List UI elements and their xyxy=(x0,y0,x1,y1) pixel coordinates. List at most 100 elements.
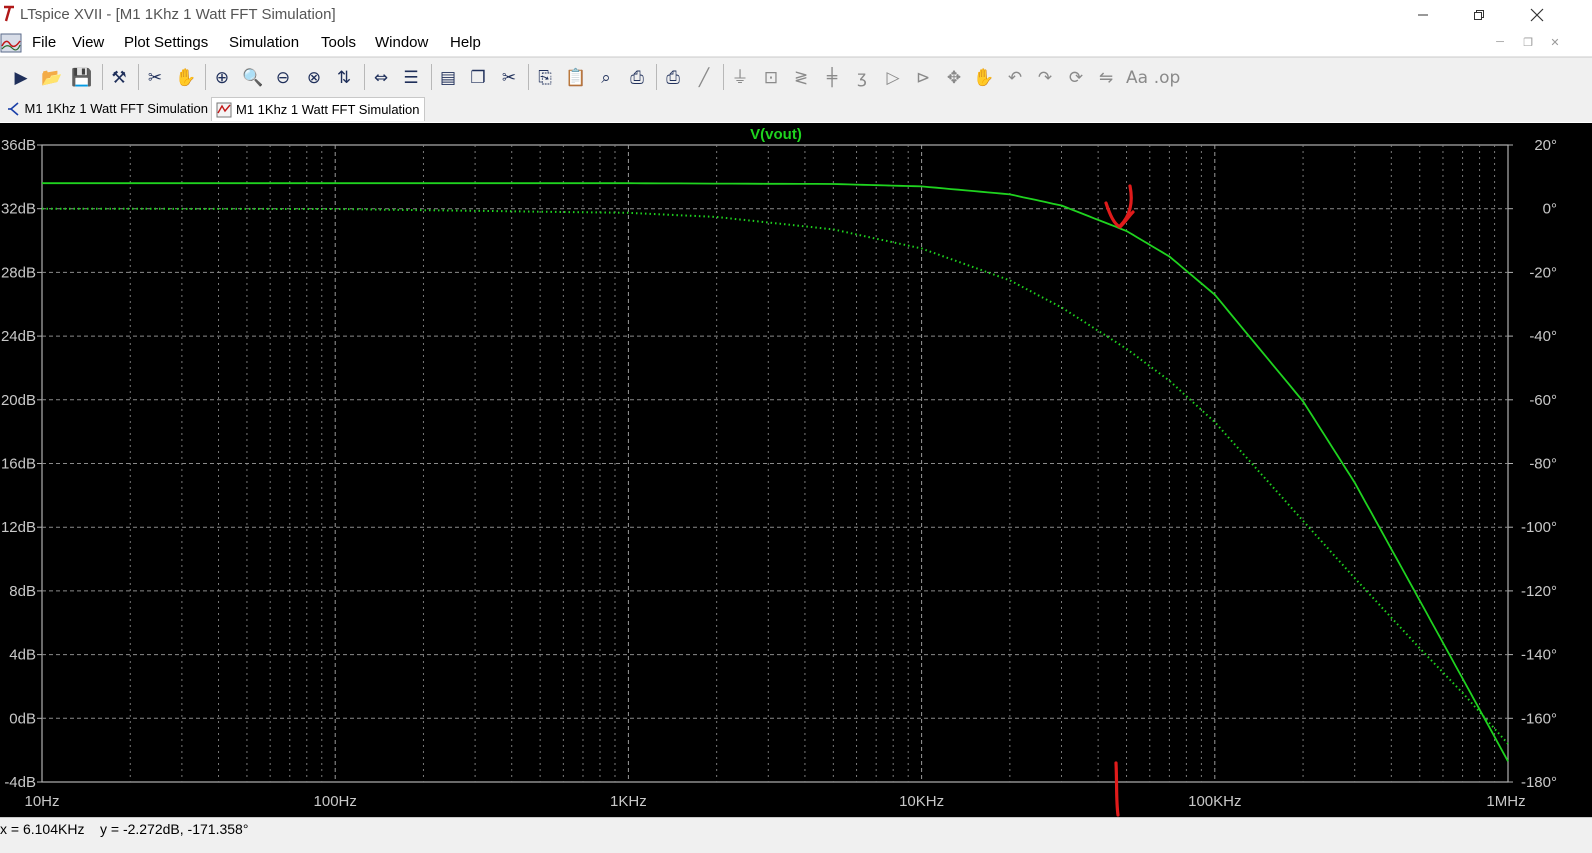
mirror-button[interactable]: ⇋ xyxy=(1093,64,1119,90)
tab-schematic-label: M1 1Khz 1 Watt FFT Simulation xyxy=(24,101,208,116)
spice-directive-icon: .op xyxy=(1154,68,1181,88)
svg-text:⊖: ⊖ xyxy=(276,68,290,88)
menu-plot-settings[interactable]: Plot Settings xyxy=(124,34,208,51)
svg-text:✂: ✂ xyxy=(148,68,162,88)
copy-button[interactable]: ⎘ xyxy=(532,64,558,90)
find-icon: ⌕ xyxy=(601,68,611,88)
left-axis-tick-label: 32dB xyxy=(1,201,36,218)
zoom-out-button[interactable]: ⊖ xyxy=(270,64,296,90)
undo-button[interactable]: ↶ xyxy=(1002,64,1028,90)
cascade-button[interactable]: ❐ xyxy=(465,64,491,90)
svg-text:⊡: ⊡ xyxy=(763,68,777,88)
paste-icon: 📋 xyxy=(565,67,586,88)
control-panel-icon: ⚒ xyxy=(111,68,126,88)
resistor-button[interactable]: ≷ xyxy=(788,64,814,90)
svg-text:⇅: ⇅ xyxy=(337,68,351,88)
toolbar-separator xyxy=(101,64,103,90)
run-button[interactable]: ▶ xyxy=(8,64,34,90)
mdi-restore-button[interactable]: ❐ xyxy=(1519,36,1537,52)
open-button[interactable]: 📂 xyxy=(39,64,65,90)
mdi-minimize-button[interactable]: ─ xyxy=(1491,36,1509,52)
right-axis-tick-label: -60° xyxy=(1529,392,1557,409)
title-bar: LTspice XVII - [M1 1Khz 1 Watt FFT Simul… xyxy=(0,0,1592,30)
phase-trace[interactable] xyxy=(42,207,1509,745)
svg-text:✥: ✥ xyxy=(946,68,960,88)
paste-button[interactable]: 📋 xyxy=(563,64,589,90)
waveform-chart[interactable]: 36dB 32dB 28dB 24dB 20dB 16dB 12dB 8dB 4dB 0dB -4d… xyxy=(0,123,1592,817)
copy-icon: ⎘ xyxy=(538,68,552,88)
text-button[interactable]: Aa xyxy=(1124,64,1150,90)
save-button[interactable]: 💾 xyxy=(69,64,95,90)
open-icon: 📂 xyxy=(41,68,62,88)
redo-button[interactable]: ↷ xyxy=(1032,64,1058,90)
rotate-icon: ⟳ xyxy=(1068,68,1082,88)
pan-button[interactable]: ✋ xyxy=(173,64,199,90)
manual-limits-button[interactable]: ⇔ xyxy=(368,64,394,90)
tile-horizontal-button[interactable]: ☰ xyxy=(398,64,424,90)
close-button[interactable] xyxy=(1514,2,1560,28)
menu-window[interactable]: Window xyxy=(375,34,428,51)
ground-icon: ⏚ xyxy=(732,68,749,88)
svg-text:╪: ╪ xyxy=(825,67,837,88)
right-axis-tick-label: -40° xyxy=(1529,328,1557,345)
move-icon: ✥ xyxy=(946,68,960,88)
menu-file[interactable]: File xyxy=(32,34,56,51)
spice-directive-button[interactable]: .op xyxy=(1154,64,1181,90)
redo-icon: ↷ xyxy=(1038,68,1052,88)
svg-text:⎘: ⎘ xyxy=(538,68,552,88)
left-axis-tick-label: 12dB xyxy=(1,519,36,536)
menu-view[interactable]: View xyxy=(72,34,104,51)
svg-text:⟳: ⟳ xyxy=(1068,68,1082,88)
drag-button[interactable]: ✋ xyxy=(971,64,997,90)
menu-simulation[interactable]: Simulation xyxy=(229,34,299,51)
x-axis-tick-label: 100KHz xyxy=(1188,793,1241,810)
diode-button[interactable]: ▷ xyxy=(880,64,906,90)
zoom-cancel-button[interactable]: ⊗ xyxy=(301,64,327,90)
menu-tools[interactable]: Tools xyxy=(321,34,356,51)
print-button[interactable]: ⎙ xyxy=(660,64,686,90)
svg-text:ʒ: ʒ xyxy=(857,68,867,88)
right-axis-tick-label: -180° xyxy=(1521,774,1557,791)
right-axis-tick-label: -160° xyxy=(1521,710,1557,727)
diode-icon: ▷ xyxy=(886,68,900,88)
right-axis-tick-label: -120° xyxy=(1521,583,1557,600)
mdi-close-button[interactable]: ✕ xyxy=(1546,36,1564,52)
magnitude-trace[interactable] xyxy=(42,182,1509,762)
svg-text:⌕: ⌕ xyxy=(601,68,611,88)
mirror-icon: ⇋ xyxy=(1099,68,1113,88)
waveform-doc-icon[interactable] xyxy=(0,32,22,54)
tab-schematic[interactable]: M1 1Khz 1 Watt FFT Simulation xyxy=(2,97,208,120)
restore-button[interactable] xyxy=(1456,2,1502,28)
rotate-button[interactable]: ⟳ xyxy=(1063,64,1089,90)
zoom-area-button[interactable]: ⊕ xyxy=(209,64,235,90)
find-button[interactable]: ⌕ xyxy=(593,64,619,90)
move-button[interactable]: ✥ xyxy=(941,64,967,90)
right-axis-tick-label: -20° xyxy=(1529,264,1557,281)
control-panel-button[interactable]: ⚒ xyxy=(106,64,132,90)
capacitor-button[interactable]: ╪ xyxy=(819,64,845,90)
run-halt-button[interactable]: ✂ xyxy=(142,64,168,90)
menu-help[interactable]: Help xyxy=(450,34,481,51)
text-icon: Aa xyxy=(1125,68,1147,88)
print-setup-button[interactable]: ⎙ xyxy=(624,64,650,90)
component-button[interactable]: ⊳ xyxy=(910,64,936,90)
inductor-button[interactable]: ʒ xyxy=(849,64,875,90)
tab-waveform[interactable]: M1 1Khz 1 Watt FFT Simulation xyxy=(211,97,425,121)
component-icon: ⊳ xyxy=(916,68,930,88)
label-net-button[interactable]: ⊡ xyxy=(758,64,784,90)
zoom-in-icon: 🔍 xyxy=(242,66,263,88)
ground-button[interactable]: ⏚ xyxy=(727,64,753,90)
menu-bar: File View Plot Settings Simulation Tools… xyxy=(0,30,1592,57)
trace-title[interactable]: V(vout) xyxy=(750,126,802,143)
waveform-plot[interactable]: 36dB 32dB 28dB 24dB 20dB 16dB 12dB 8dB 4dB 0dB -4d… xyxy=(0,123,1592,817)
tile-vertical-button[interactable]: ▤ xyxy=(435,64,461,90)
minimize-button[interactable] xyxy=(1400,2,1446,28)
wire-button[interactable]: ╱ xyxy=(691,64,717,90)
autorange-button[interactable]: ⇅ xyxy=(331,64,357,90)
cut-button[interactable]: ✂ xyxy=(496,64,522,90)
right-axis-tick-label: -100° xyxy=(1521,519,1557,536)
left-axis-tick-label: 4dB xyxy=(9,647,36,664)
svg-text:▤: ▤ xyxy=(439,68,455,88)
left-axis-tick-label: 24dB xyxy=(1,328,36,345)
zoom-in-button[interactable]: 🔍 xyxy=(240,64,266,90)
